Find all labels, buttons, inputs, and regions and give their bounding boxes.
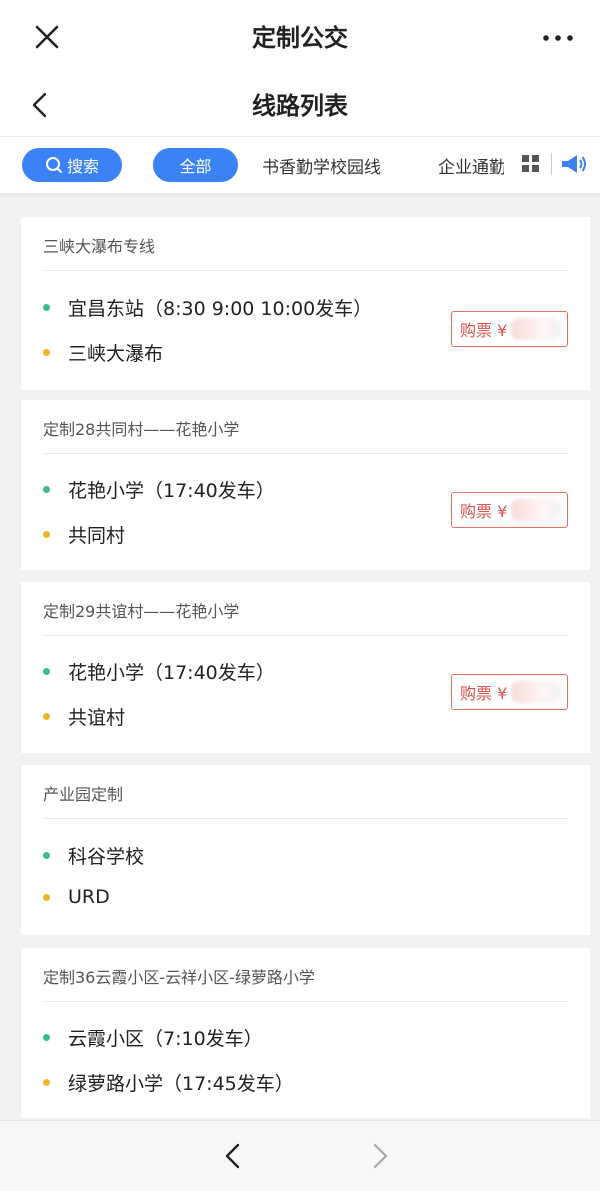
buy-ticket-button[interactable]: 购票 ¥ [451, 492, 568, 528]
end-dot-icon [43, 531, 50, 538]
tab-divider [551, 153, 552, 175]
end-stop-label: 共同村 [68, 525, 126, 547]
start-dot-icon [43, 486, 50, 493]
start-dot-icon [43, 304, 50, 311]
start-stop-label: 科谷学校 [68, 846, 145, 868]
start-dot-icon [43, 1034, 50, 1041]
prev-page-icon[interactable] [219, 1141, 247, 1171]
announcement-icon[interactable] [560, 152, 588, 176]
end-stop: 共同村 [43, 521, 125, 548]
buy-ticket-button[interactable]: 购票 ¥ [451, 674, 568, 710]
next-page-icon[interactable] [366, 1141, 394, 1171]
start-dot-icon [43, 852, 50, 859]
card-divider [43, 270, 568, 271]
end-stop: 三峡大瀑布 [43, 339, 163, 366]
route-card[interactable]: 三峡大瀑布专线 宜昌东站（8:30 9:00 10:00发车） 三峡大瀑布 购票… [21, 217, 590, 390]
bottom-nav-bar [0, 1120, 600, 1191]
buy-ticket-button[interactable]: 购票 ¥ [451, 311, 568, 347]
start-stop: 云霞小区（7:10发车） [43, 1024, 263, 1051]
top-bar: 定制公交 [0, 0, 600, 76]
start-dot-icon [43, 668, 50, 675]
search-icon [45, 157, 62, 173]
tab-enterprise-commute[interactable]: 企业通勤 [438, 153, 504, 178]
start-stop: 花艳小学（17:40发车） [43, 658, 275, 685]
tab-campus-line[interactable]: 书香勤学校园线 [262, 153, 381, 178]
end-stop-label: URD [68, 886, 110, 908]
start-stop-label: 花艳小学（17:40发车） [68, 480, 275, 502]
end-stop-label: 三峡大瀑布 [68, 343, 164, 365]
route-name: 定制28共同村——花艳小学 [43, 420, 240, 439]
end-stop-label: 绿萝路小学（17:45发车） [68, 1073, 294, 1095]
end-dot-icon [43, 713, 50, 720]
end-stop: 共谊村 [43, 703, 125, 730]
end-dot-icon [43, 1079, 50, 1086]
search-label: 搜索 [66, 157, 99, 176]
end-stop: 绿萝路小学（17:45发车） [43, 1069, 294, 1096]
card-divider [43, 818, 568, 819]
app-title: 定制公交 [252, 24, 348, 52]
end-stop: URD [43, 886, 110, 908]
grid-icon[interactable] [521, 154, 541, 174]
more-options-icon[interactable] [538, 20, 578, 54]
card-divider [43, 453, 568, 454]
category-tabs: 搜索 全部 书香勤学校园线 企业通勤 [0, 137, 600, 194]
route-card[interactable]: 定制36云霞小区-云祥小区-绿萝路小学 云霞小区（7:10发车） 绿萝路小学（1… [21, 948, 590, 1118]
route-name: 定制29共谊村——花艳小学 [43, 602, 240, 621]
start-stop-label: 花艳小学（17:40发车） [68, 662, 275, 684]
start-stop-label: 宜昌东站（8:30 9:00 10:00发车） [68, 298, 373, 320]
start-stop: 科谷学校 [43, 842, 144, 869]
buy-ticket-label: 购票 ¥ [460, 684, 508, 703]
route-name: 三峡大瀑布专线 [43, 237, 156, 256]
tab-all[interactable]: 全部 [153, 148, 238, 182]
route-card[interactable]: 定制29共谊村——花艳小学 花艳小学（17:40发车） 共谊村 购票 ¥ [21, 582, 590, 753]
start-stop: 花艳小学（17:40发车） [43, 476, 275, 503]
price-redacted [511, 318, 562, 340]
route-name: 产业园定制 [43, 785, 124, 804]
buy-ticket-label: 购票 ¥ [460, 502, 508, 521]
buy-ticket-label: 购票 ¥ [460, 321, 508, 340]
start-stop: 宜昌东站（8:30 9:00 10:00发车） [43, 294, 372, 321]
end-dot-icon [43, 349, 50, 356]
page-title: 线路列表 [252, 92, 348, 120]
nav-bar: 线路列表 [0, 76, 600, 137]
end-stop-label: 共谊村 [68, 707, 126, 729]
route-name: 定制36云霞小区-云祥小区-绿萝路小学 [43, 968, 315, 987]
card-divider [43, 1001, 568, 1002]
route-card[interactable]: 定制28共同村——花艳小学 花艳小学（17:40发车） 共同村 购票 ¥ [21, 400, 590, 570]
start-stop-label: 云霞小区（7:10发车） [68, 1028, 263, 1050]
price-redacted [511, 499, 562, 521]
price-redacted [511, 681, 562, 703]
card-divider [43, 635, 568, 636]
end-dot-icon [43, 893, 50, 901]
search-button[interactable]: 搜索 [22, 148, 122, 182]
route-card[interactable]: 产业园定制 科谷学校 URD [21, 765, 590, 935]
